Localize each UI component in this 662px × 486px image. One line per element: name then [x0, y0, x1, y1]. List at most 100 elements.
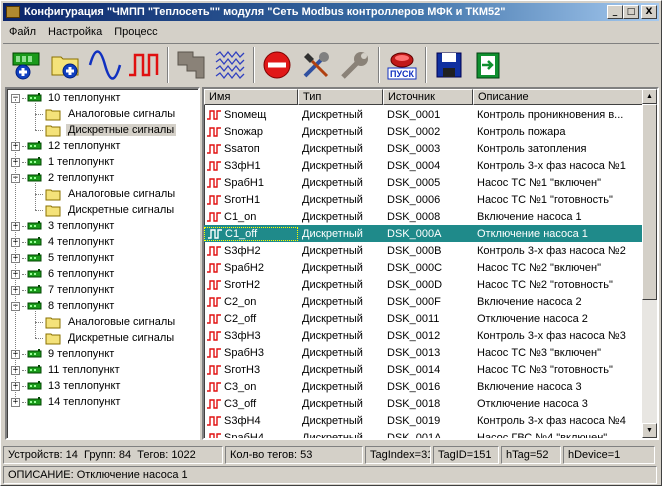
tree-node-group[interactable]: Дискретные сигналы [45, 122, 177, 138]
table-row[interactable]: SpабН3 Дискретный DSK_0013 Насос ТС №3 "вкл… [204, 344, 644, 361]
cell-source: DSK_0002 [387, 125, 441, 138]
cell-type: Дискретный [302, 431, 363, 439]
tree-node-device[interactable]: +4 теплопункт [11, 234, 116, 250]
cell-type: Дискретный [302, 295, 363, 308]
tree-connector [35, 194, 43, 195]
tree-node-device[interactable]: −8 теплопункт [11, 298, 116, 314]
tree-node-device[interactable]: +11 теплопункт [11, 362, 122, 378]
table-row[interactable]: SготН3 Дискретный DSK_0014 Насос ТС №3 "гот… [204, 361, 644, 378]
cell-name: C2_off [204, 313, 298, 325]
status-devices: Устройств: 14 [8, 449, 78, 461]
cell-description: Насос ГВС №4 "включен" [477, 431, 608, 439]
table-row[interactable]: SготН1 Дискретный DSK_0006 Насос ТС №1 "гот… [204, 191, 644, 208]
discrete-signal-icon [207, 143, 221, 154]
cell-name: C3_on [204, 381, 298, 393]
menu-process[interactable]: Процесс [108, 26, 163, 38]
map-button[interactable] [173, 46, 209, 84]
tree-node-label: Аналоговые сигналы [68, 108, 176, 120]
column-header-name[interactable]: Имя [204, 89, 298, 105]
column-header-type[interactable]: Тип [298, 89, 383, 105]
table-row[interactable]: SpабН1 Дискретный DSK_0005 Насос ТС №1 "вкл… [204, 174, 644, 191]
minimize-button[interactable]: _ [607, 5, 623, 19]
table-row[interactable]: C2_off Дискретный DSK_0011 Отключение насос… [204, 310, 644, 327]
discrete-signal-icon [207, 279, 221, 290]
scroll-up-button[interactable]: ▲ [642, 89, 657, 104]
add-device-button[interactable] [9, 46, 45, 84]
discrete-signal-icon [207, 415, 221, 426]
close-button[interactable]: X [641, 5, 657, 19]
tags-table[interactable]: Имя Тип Источник Описание Snомещ Дискретн… [202, 87, 659, 440]
tree-node-group[interactable]: Аналоговые сигналы [45, 186, 177, 202]
table-row[interactable]: Snомещ Дискретный DSK_0001 Контроль проникн… [204, 106, 644, 123]
window-title: Конфигурация "ЧМПП "Теплосеть"" модуля "… [24, 6, 506, 18]
cell-source: DSK_0006 [387, 193, 441, 206]
cell-type: Дискретный [302, 312, 363, 325]
cell-type: Дискретный [302, 414, 363, 427]
table-row[interactable]: S3фН3 Дискретный DSK_0012 Контроль 3-х фаз … [204, 327, 644, 344]
tree-node-device[interactable]: +1 теплопункт [11, 154, 116, 170]
column-header-source[interactable]: Источник [383, 89, 473, 105]
tree-node-device[interactable]: −10 теплопункт [11, 90, 122, 106]
add-analog-signal-button[interactable] [87, 46, 123, 84]
table-row[interactable]: C1_on Дискретный DSK_0008 Включение насоса … [204, 208, 644, 225]
table-row[interactable]: C2_on Дискретный DSK_000F Включение насоса … [204, 293, 644, 310]
scroll-thumb[interactable] [642, 104, 657, 300]
table-row[interactable]: S3фН2 Дискретный DSK_000B Контроль 3-х фаз … [204, 242, 644, 259]
tree-node-device[interactable]: +14 теплопункт [11, 394, 122, 410]
tree-node-device[interactable]: −2 теплопункт [11, 170, 116, 186]
maximize-button[interactable]: □ [623, 5, 639, 19]
table-row[interactable]: Ssатоп Дискретный DSK_0003 Контроль затопле… [204, 140, 644, 157]
cell-description: Включение насоса 3 [477, 380, 582, 393]
tag-name: SготН1 [224, 193, 261, 206]
cell-type: Дискретный [302, 329, 363, 342]
vertical-scrollbar[interactable]: ▲ ▼ [642, 89, 657, 438]
tree-node-device[interactable]: +9 теплопункт [11, 346, 116, 362]
table-row[interactable]: S3фН1 Дискретный DSK_0004 Контроль 3-х фаз … [204, 157, 644, 174]
save-icon [436, 52, 462, 77]
table-row[interactable]: SpабН2 Дискретный DSK_000C Насос ТС №2 "вкл… [204, 259, 644, 276]
tree-node-group[interactable]: Дискретные сигналы [45, 202, 176, 218]
tree-connector [35, 103, 36, 130]
save-button[interactable] [431, 46, 467, 84]
table-row[interactable]: SготН2 Дискретный DSK_000D Насос ТС №2 "гот… [204, 276, 644, 293]
settings-button[interactable] [337, 46, 373, 84]
tools-button[interactable] [298, 46, 334, 84]
tree-node-device[interactable]: +7 теплопункт [11, 282, 116, 298]
device-tree[interactable]: −10 теплопункт Аналоговые сигналы Дискретн… [5, 87, 200, 440]
title-bar[interactable]: Конфигурация "ЧМПП "Теплосеть"" модуля "… [3, 3, 659, 21]
scroll-down-button[interactable]: ▼ [642, 423, 657, 438]
tree-node-device[interactable]: +12 теплопункт [11, 138, 122, 154]
table-row[interactable]: C3_on Дискретный DSK_0016 Включение насоса … [204, 378, 644, 395]
tag-name: SготН3 [224, 363, 261, 376]
device-icon [27, 237, 42, 246]
table-row[interactable]: Snожар Дискретный DSK_0002 Контроль пожара [204, 123, 644, 140]
tree-node-device[interactable]: +5 теплопункт [11, 250, 116, 266]
add-folder-button[interactable] [48, 46, 84, 84]
add-discrete-signal-button[interactable] [126, 46, 162, 84]
column-header-description[interactable]: Описание [473, 89, 644, 105]
tree-node-device[interactable]: +3 теплопункт [11, 218, 116, 234]
add-device-icon [12, 52, 40, 79]
tree-node-group[interactable]: Аналоговые сигналы [45, 314, 177, 330]
menu-file[interactable]: Файл [3, 26, 42, 38]
status-bar: Устройств: 14 Групп: 84 Тегов: 1022 Кол-… [3, 446, 659, 464]
add-folder-icon [51, 56, 79, 78]
description-bar: ОПИСАНИЕ: Отключение насоса 1 [3, 466, 659, 484]
tree-node-device[interactable]: +6 теплопункт [11, 266, 116, 282]
device-icon [27, 301, 42, 310]
tree-node-label: 13 теплопункт [48, 380, 121, 392]
exit-button[interactable] [470, 46, 506, 84]
discrete-signal-icon [207, 126, 221, 137]
delete-button[interactable] [259, 46, 295, 84]
menu-settings[interactable]: Настройка [42, 26, 108, 38]
waveform-button[interactable] [212, 46, 248, 84]
tree-node-group[interactable]: Дискретные сигналы [45, 330, 176, 346]
table-row[interactable]: C1_off Дискретный DSK_000A Отключение насос… [204, 225, 644, 242]
tree-node-device[interactable]: +13 теплопункт [11, 378, 122, 394]
table-row[interactable]: SpабН4 Дискретный DSK_001A Насос ГВС №4 "вк… [204, 429, 644, 438]
tree-node-group[interactable]: Аналоговые сигналы [45, 106, 177, 122]
table-row[interactable]: S3фН4 Дискретный DSK_0019 Контроль 3-х фаз … [204, 412, 644, 429]
device-icon [27, 285, 42, 294]
table-row[interactable]: C3_off Дискретный DSK_0018 Отключение насос… [204, 395, 644, 412]
start-button[interactable]: ПУСК [384, 46, 420, 84]
